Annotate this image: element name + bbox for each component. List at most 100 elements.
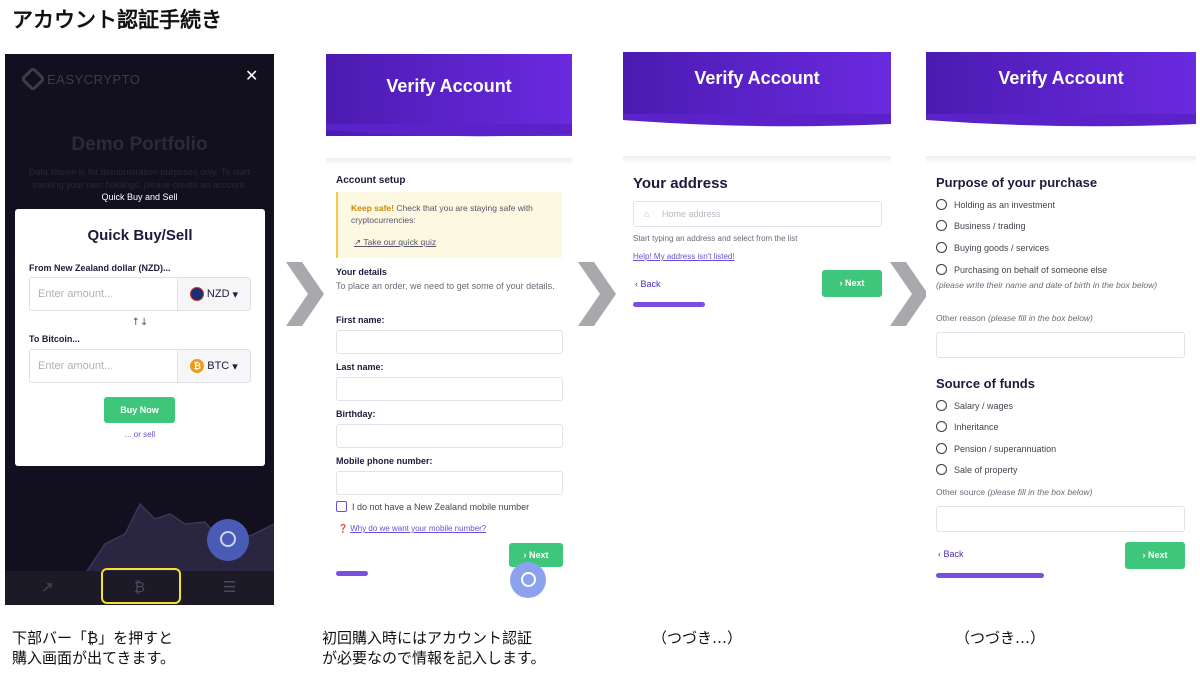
radio-icon (936, 264, 947, 275)
banner-wave (326, 124, 572, 137)
modal-title: Quick Buy/Sell (87, 227, 193, 244)
birthday-field[interactable] (336, 424, 563, 448)
quick-quiz-link[interactable]: ↗ Take our quick quiz (354, 237, 436, 248)
from-currency-label: From New Zealand dollar (NZD)... (29, 263, 171, 273)
next-label: Next (844, 278, 865, 288)
last-name-field[interactable] (336, 377, 563, 401)
banner-title: Verify Account (386, 76, 512, 96)
other-source-label: Other source (please fill in the box bel… (936, 486, 1092, 499)
mobile-field[interactable] (336, 471, 563, 495)
search-fab-icon[interactable] (510, 562, 546, 598)
caption-step2: 初回購入時にはアカウント認証 が必要なので情報を記入します。 (322, 628, 546, 668)
next-step-arrow-icon (578, 262, 616, 326)
caption-step3: （つづき…） (652, 629, 743, 647)
funds-option-label: Sale of property (954, 464, 1018, 475)
to-currency-code: BTC (207, 360, 230, 372)
next-step-arrow-icon (286, 262, 324, 326)
other-source-hint: (please fill in the box below) (987, 487, 1093, 497)
radio-icon (936, 464, 947, 475)
from-currency-code: NZD (206, 288, 230, 300)
quick-buy-sell-modal: Quick Buy/Sell From New Zealand dollar (… (15, 209, 265, 466)
other-source-field[interactable] (936, 506, 1185, 532)
funds-option[interactable]: Inheritance (936, 421, 999, 432)
purpose-option[interactable]: Buying goods / services (936, 242, 1049, 253)
other-reason-label: Other reason (please fill in the box bel… (936, 312, 1093, 325)
last-name-label: Last name: (336, 362, 384, 372)
link-icon: ↗ (354, 237, 364, 247)
home-address-field[interactable]: ⌂ Home address (633, 201, 882, 227)
to-amount-input[interactable]: Enter amount... (29, 349, 177, 383)
first-name-label: First name: (336, 315, 385, 325)
quick-quiz-link-text: Take our quick quiz (363, 237, 437, 247)
section-divider (926, 156, 1196, 164)
funds-option[interactable]: Pension / superannuation (936, 443, 1056, 454)
search-fab-icon[interactable] (207, 519, 249, 561)
close-icon[interactable]: ✕ (245, 66, 258, 85)
funds-option-label: Inheritance (954, 421, 999, 432)
radio-icon (936, 400, 947, 411)
demo-portfolio-title: Demo Portfolio (71, 134, 208, 155)
purpose-option-label: Buying goods / services (954, 242, 1050, 253)
back-label: Back (943, 549, 964, 559)
other-reason-field[interactable] (936, 332, 1185, 358)
next-label: Next (528, 550, 549, 560)
funds-option-label: Pension / superannuation (954, 443, 1057, 454)
birthday-label: Birthday: (336, 409, 376, 419)
purpose-option[interactable]: Purchasing on behalf of someone else (936, 264, 1107, 275)
radio-icon (936, 443, 947, 454)
nz-flag-icon (189, 287, 204, 301)
banner-title: Verify Account (998, 68, 1124, 88)
next-button[interactable]: › Next (822, 270, 882, 297)
your-details-heading: Your details (336, 267, 387, 277)
address-not-listed-link[interactable]: Help! My address isn't listed! (633, 250, 735, 263)
keep-safe-notice: Keep safe! Check that you are staying sa… (336, 192, 562, 258)
back-button[interactable]: ‹ Back (938, 549, 964, 559)
chart-nav-icon[interactable]: ↗ (41, 578, 54, 596)
first-name-field[interactable] (336, 330, 563, 354)
progress-bar (336, 571, 368, 576)
other-reason-hint: (please fill in the box below) (988, 313, 1093, 323)
why-mobile-link[interactable]: ❓ Why do we want your mobile number? (338, 522, 486, 535)
list-nav-icon[interactable]: ☰ (223, 578, 236, 596)
caption-step1: 下部バー「₿」を押すと 購入画面が出てきます。 (12, 628, 175, 668)
verify-purpose-screenshot: Verify Account Purpose of your purchase … (926, 52, 1196, 592)
why-mobile-link-text: Why do we want your mobile number? (350, 524, 487, 533)
page-title: アカウント認証手続き (12, 8, 222, 32)
account-setup-heading: Account setup (336, 175, 406, 186)
source-of-funds-heading: Source of funds (936, 376, 1035, 391)
purpose-option-label: Holding as an investment (954, 199, 1056, 210)
purpose-option-label: Purchasing on behalf of someone else (954, 264, 1108, 275)
purpose-option-label: Business / trading (954, 220, 1026, 231)
back-label: Back (640, 279, 661, 289)
funds-option[interactable]: Salary / wages (936, 400, 1013, 411)
verify-address-screenshot: Verify Account Your address ⌂ Home addre… (623, 52, 891, 324)
notice-text: Keep safe! Check that you are staying sa… (351, 202, 556, 226)
from-currency-select[interactable]: NZD ▾ (177, 277, 251, 311)
logo-text: EASYCRYPTO (47, 71, 141, 87)
chevron-down-icon: ▾ (232, 360, 238, 373)
progress-bar (633, 302, 705, 307)
quick-buy-screenshot: EASYCRYPTO ✕ Demo Portfolio Data shown i… (5, 54, 274, 605)
logo-mark-icon (20, 66, 46, 92)
your-details-text: To place an order, we need to get some o… (336, 281, 555, 291)
other-source-label-text: Other source (936, 487, 986, 497)
to-currency-select[interactable]: ₿ BTC ▾ (177, 349, 251, 383)
chevron-down-icon: ▾ (232, 288, 239, 301)
banner-wave (623, 114, 891, 127)
next-button[interactable]: › Next (1125, 542, 1185, 569)
progress-bar (936, 573, 1044, 578)
no-nz-mobile-checkbox[interactable] (336, 501, 347, 512)
caption-step1-line1: 下部バー「₿」を押すと (12, 629, 174, 647)
radio-icon (936, 242, 947, 253)
your-address-heading: Your address (633, 175, 728, 192)
notice-bold: Keep safe! (351, 203, 394, 213)
funds-option[interactable]: Sale of property (936, 464, 1018, 475)
from-amount-input[interactable]: Enter amount... (29, 277, 177, 311)
swap-icon[interactable]: ↑↓ (15, 317, 265, 328)
next-label: Next (1147, 550, 1168, 560)
back-button[interactable]: ‹ Back (635, 279, 661, 289)
purpose-option[interactable]: Business / trading (936, 220, 1026, 231)
purpose-option[interactable]: Holding as an investment (936, 199, 1055, 210)
or-sell-link[interactable]: ... or sell (15, 430, 265, 439)
buy-now-button[interactable]: Buy Now (104, 397, 175, 423)
